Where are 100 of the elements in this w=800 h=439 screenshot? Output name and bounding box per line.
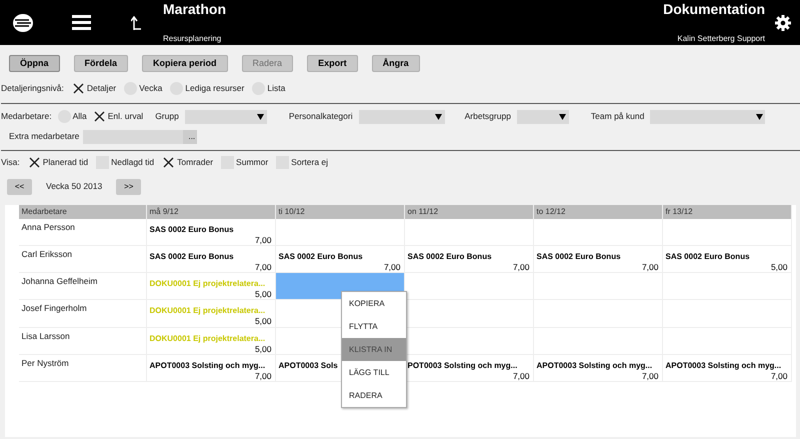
detail-level-label: Detaljeringsnivå: (1, 82, 64, 94)
booking-title[interactable]: APOT0003 Solsting och myg... (536, 360, 658, 371)
calendar-cell[interactable]: SAS 0002 Euro Bonus 7,00 (534, 246, 662, 274)
toolbar-button[interactable]: Export (307, 54, 358, 72)
calendar-cell[interactable]: APOT0003 Solsting och myg... 7,00 (146, 354, 276, 382)
calendar-cell[interactable]: SAS 0002 Euro Bonus 7,00 (404, 246, 534, 274)
menu-item[interactable]: FLYTTA (342, 315, 406, 338)
column-header: ti 10/12 (276, 204, 404, 218)
column-header: må 9/12 (146, 204, 276, 218)
radio-label: Enl. urval (108, 110, 144, 123)
employee-name: Anna Persson (22, 220, 76, 234)
employee-name: Josef Fingerholm (22, 302, 88, 316)
booking-hours: 7,00 (254, 234, 272, 244)
booking-title[interactable]: SAS 0002 Euro Bonus (408, 252, 530, 262)
toolbar-button[interactable]: Kopiera period (142, 54, 228, 72)
booking-title[interactable]: APOT0003 Solsting och myg... (666, 360, 788, 371)
caret-icon (435, 114, 442, 120)
menu-item[interactable]: KOPIERA (342, 292, 406, 315)
extra-employees-label: Extra medarbetare (9, 130, 80, 143)
employee-name: Johanna Geffelheim (22, 275, 98, 288)
up-arrow-icon[interactable] (131, 16, 141, 30)
checkbox-label: Tomrader (177, 156, 214, 168)
checkbox-label: Summor (236, 156, 268, 168)
booking-title[interactable]: SAS 0002 Euro Bonus (278, 252, 400, 262)
booking-title[interactable]: SAS 0002 Euro Bonus (150, 224, 272, 234)
filter-label: Arbetsgrupp (464, 110, 511, 123)
radio-label: Detaljer (86, 82, 116, 94)
logo-icon (12, 12, 34, 32)
caret-icon (756, 114, 763, 120)
booking-hours: 7,00 (254, 262, 272, 272)
dropdown[interactable] (516, 110, 569, 124)
calendar-cell[interactable]: SAS 0002 Euro Bonus 7,00 (146, 218, 276, 246)
booking-title[interactable]: SAS 0002 Euro Bonus (666, 252, 788, 262)
booking-hours: 7,00 (770, 370, 788, 381)
menu-icon[interactable] (72, 15, 91, 30)
checkbox-label: Nedlagd tid (111, 156, 154, 168)
column-header: on 11/12 (404, 204, 534, 218)
filter-label: Personalkategori (288, 110, 353, 123)
booking-hours: 7,00 (642, 370, 658, 381)
radio-label: Vecka (139, 82, 162, 94)
previous-week-button[interactable]: << (7, 178, 32, 194)
calendar-cell[interactable] (276, 218, 404, 246)
calendar-cell[interactable] (662, 218, 792, 246)
booking-title[interactable]: APOT0003 Solsting och myg... (150, 360, 272, 371)
employee-name: Per Nyström (22, 356, 70, 370)
checkbox-label: Sortera ej (291, 156, 328, 168)
booking-hours: 7,00 (512, 370, 530, 381)
checkbox[interactable] (162, 156, 176, 168)
menu-item[interactable]: RADERA (342, 384, 406, 407)
calendar-cell[interactable]: SAS 0002 Euro Bonus 7,00 (146, 246, 276, 274)
booking-title[interactable]: SAS 0002 Euro Bonus (536, 252, 658, 262)
booking-hours: 5,00 (770, 262, 788, 272)
employee-name: Lisa Larsson (22, 330, 71, 342)
module-title: Dokumentation (663, 2, 765, 16)
toolbar-button[interactable]: Fördela (74, 54, 128, 72)
booking-hours: 5,00 (254, 316, 272, 326)
column-header: to 12/12 (534, 204, 662, 218)
calendar-cell[interactable]: APOT0003 Solsting och myg... 7,00 (534, 354, 662, 382)
menu-item[interactable]: LÄGG TILL (342, 361, 406, 384)
booking-title[interactable]: POT0003 Solsting och myg... (408, 360, 530, 371)
booking-hours: 7,00 (384, 262, 400, 272)
calendar-cell[interactable]: APOT0003 Solsting och myg... 7,00 (662, 354, 792, 382)
browse-button[interactable]: ... (183, 130, 198, 144)
radio-label: Alla (72, 110, 87, 123)
toolbar-button[interactable]: Öppna (9, 54, 60, 72)
filter-label: Grupp (155, 110, 179, 123)
booking-hours: 5,00 (254, 344, 272, 354)
booking-hours: 7,00 (512, 262, 530, 272)
booking-hours: 7,00 (642, 262, 658, 272)
checkbox[interactable] (28, 156, 41, 168)
booking-hours: 7,00 (254, 370, 272, 381)
calendar-cell[interactable] (404, 218, 534, 246)
calendar-cell[interactable]: DOKU0001 Ej projektrelatera... 5,00 (146, 273, 276, 300)
radio-label: Lista (267, 82, 286, 94)
app-title: Marathon (163, 2, 226, 16)
filter-label: Team på kund (590, 110, 644, 123)
checkbox-label: Planerad tid (42, 156, 88, 168)
input-field[interactable] (83, 130, 184, 144)
caret-icon (559, 114, 566, 120)
radio-label: Lediga resurser (185, 82, 244, 94)
column-header: fr 13/12 (662, 204, 792, 218)
next-week-button[interactable]: >> (116, 178, 142, 194)
caret-icon (257, 114, 264, 120)
app-subtitle: Resursplanering (163, 34, 222, 43)
column-header: Medarbetare (18, 204, 146, 218)
calendar-cell[interactable] (534, 218, 662, 246)
calendar-cell[interactable]: DOKU0001 Ej projektrelatera... 5,00 (146, 328, 276, 355)
week-label: Vecka 50 2013 (46, 180, 102, 193)
booking-hours: 5,00 (254, 289, 272, 300)
toolbar-button[interactable]: Ångra (372, 54, 420, 72)
user-name: Kalin Setterberg Support (677, 34, 765, 43)
radio-button[interactable] (92, 110, 106, 123)
settings-icon[interactable] (775, 14, 791, 30)
employees-label: Medarbetare: (1, 110, 52, 123)
calendar-cell[interactable]: DOKU0001 Ej projektrelatera... 5,00 (146, 300, 276, 328)
employee-name: Carl Eriksson (22, 248, 74, 261)
show-label: Visa: (1, 156, 20, 168)
radio-button[interactable] (72, 82, 85, 94)
booking-title[interactable]: SAS 0002 Euro Bonus (150, 252, 272, 262)
calendar-cell[interactable]: SAS 0002 Euro Bonus 5,00 (662, 246, 792, 274)
